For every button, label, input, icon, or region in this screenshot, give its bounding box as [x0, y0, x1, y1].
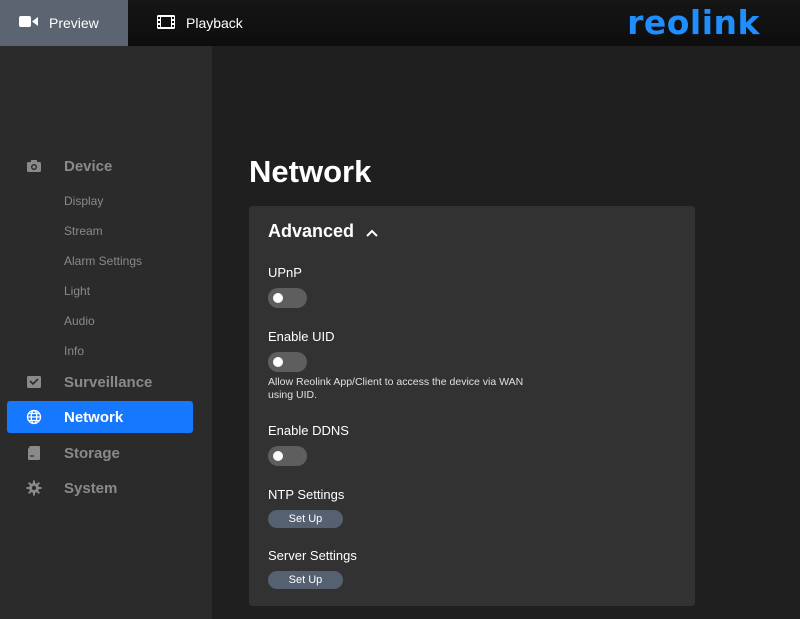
sidebar-section-label: Device: [64, 157, 113, 175]
sidebar-item-stream[interactable]: Stream: [64, 224, 103, 238]
sidebar-section-label: Storage: [64, 444, 120, 462]
monitor-icon: [26, 374, 42, 390]
sidebar-section-label: System: [64, 479, 118, 497]
upnp-toggle[interactable]: [268, 288, 307, 308]
ddns-toggle[interactable]: [268, 446, 307, 466]
sidebar-section-label: Surveillance: [64, 373, 153, 391]
tab-preview-label: Preview: [49, 15, 99, 31]
main-content: Network Advanced UPnP Enable UID Allow R…: [212, 46, 800, 619]
page-title: Network: [249, 154, 372, 189]
tab-playback[interactable]: Playback: [128, 0, 268, 46]
globe-icon: [26, 409, 42, 425]
advanced-title: Advanced: [268, 221, 355, 241]
sd-card-icon: [26, 445, 42, 461]
reolink-logo: reolink: [627, 3, 760, 42]
advanced-card: Advanced UPnP Enable UID Allow Reolink A…: [249, 206, 695, 606]
upnp-label: UPnP: [268, 265, 302, 280]
sidebar-item-light[interactable]: Light: [64, 284, 90, 298]
camera-icon: [26, 158, 42, 174]
sidebar-section-storage[interactable]: Storage: [0, 437, 212, 469]
uid-label: Enable UID: [268, 329, 335, 344]
server-settings-label: Server Settings: [268, 548, 357, 563]
uid-toggle[interactable]: [268, 352, 307, 372]
ntp-settings-label: NTP Settings: [268, 487, 345, 502]
chevron-up-icon: [366, 221, 378, 242]
sidebar: Device Display Stream Alarm Settings Lig…: [0, 46, 212, 619]
sidebar-item-display[interactable]: Display: [64, 194, 103, 208]
sidebar-section-label: Network: [64, 408, 124, 426]
sidebar-section-network[interactable]: Network: [7, 401, 193, 433]
tab-playback-label: Playback: [186, 15, 243, 31]
video-camera-icon: [19, 15, 38, 31]
film-strip-icon: [157, 14, 175, 32]
sidebar-section-surveillance[interactable]: Surveillance: [0, 366, 212, 398]
sidebar-section-system[interactable]: System: [0, 472, 212, 504]
ddns-label: Enable DDNS: [268, 423, 349, 438]
advanced-section-toggle[interactable]: Advanced: [268, 221, 378, 242]
tab-preview[interactable]: Preview: [0, 0, 128, 46]
sidebar-item-alarm-settings[interactable]: Alarm Settings: [64, 254, 142, 268]
sidebar-section-device[interactable]: Device: [0, 150, 212, 182]
top-bar: Preview Playback reolink: [0, 0, 800, 46]
sidebar-item-audio[interactable]: Audio: [64, 314, 95, 328]
sidebar-item-info[interactable]: Info: [64, 344, 84, 358]
ntp-setup-button[interactable]: Set Up: [268, 510, 343, 528]
uid-description: Allow Reolink App/Client to access the d…: [268, 376, 524, 401]
server-setup-button[interactable]: Set Up: [268, 571, 343, 589]
gear-icon: [26, 480, 42, 496]
